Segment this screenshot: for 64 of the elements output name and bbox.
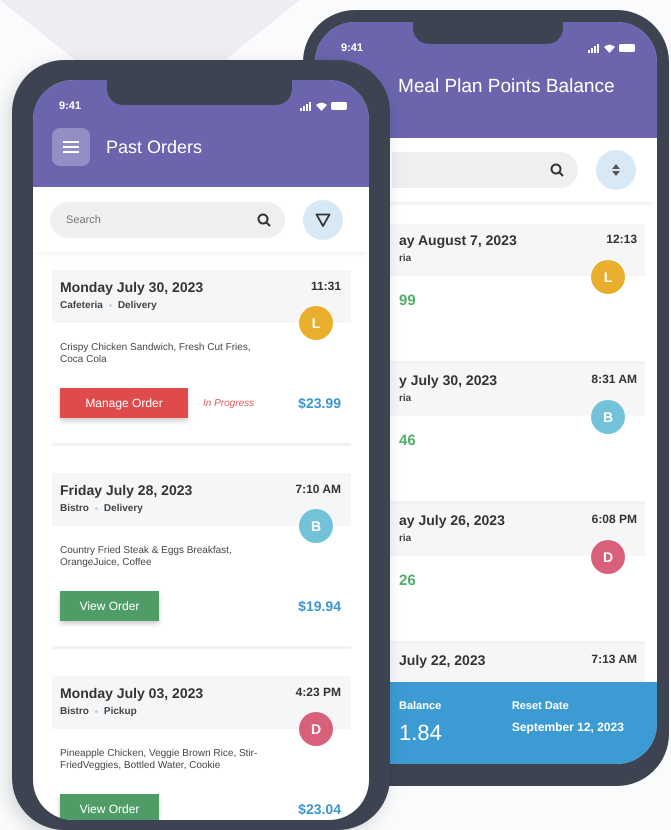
avatar-circle: D [299,712,333,746]
order-date: Friday July 28, 2023 [60,482,192,498]
order-items: Pineapple Chicken, Veggie Brown Rice, Stir-FriedVeggies, Bottled Water, Cookie [60,748,258,772]
avatar-circle: L [299,306,333,340]
order-date: Monday July 30, 2023 [60,279,204,295]
wifi-icon [316,102,327,110]
order-status: In Progress [203,398,254,408]
search-icon [257,213,271,227]
search-icon [550,163,564,177]
balance-label: Balance [399,700,442,712]
signal-icon [300,102,312,110]
order-button[interactable]: Manage Order [60,388,188,418]
order-amount: 99 [399,292,416,309]
order-amount: $23.99 [298,395,341,411]
signal-icon [588,44,600,52]
order-date: ay August 7, 2023 [399,232,517,248]
order-time: 8:31 AM [591,372,637,388]
order-amount: 46 [399,432,416,449]
search-input[interactable]: Search [64,213,257,227]
filter-button[interactable] [303,200,343,240]
search-field[interactable]: Search [50,202,285,238]
battery-icon [619,44,635,52]
search-field[interactable] [392,152,578,188]
order-location: Bistro [60,503,89,514]
balance-value: 1.84 [399,720,442,746]
order-method: Pickup [104,706,137,717]
order-time: 6:08 PM [592,512,637,528]
order-amount: $23.04 [298,801,341,817]
order-date: y July 30, 2023 [399,372,498,388]
avatar-circle: D [591,540,625,574]
order-location: Cafeteria [60,300,103,311]
order-amount: 26 [399,572,416,589]
menu-button[interactable] [52,128,90,166]
sort-icon [612,164,620,176]
order-location: ria [399,533,412,544]
order-location: ria [399,253,412,264]
filter-icon [315,212,331,228]
status-time: 9:41 [341,42,364,54]
screen-title: Past Orders [106,136,202,158]
order-date: Monday July 03, 2023 [60,685,204,701]
order-button[interactable]: View Order [60,591,159,621]
reset-date-value: September 12, 2023 [512,720,624,734]
order-items: Crispy Chicken Sandwich, Fresh Cut Fries, Coca Cola [60,342,252,366]
order-amount: $19.94 [298,598,341,614]
avatar-circle: L [591,260,625,294]
avatar-circle: B [591,400,625,434]
screen-title: Meal Plan Points Balance [397,75,616,98]
order-method: Delivery [118,300,157,311]
status-time: 9:41 [59,100,82,112]
order-time: 7:13 AM [591,652,637,668]
order-method: Delivery [104,503,143,514]
avatar-circle: B [299,509,333,543]
order-items: Country Fried Steak & Eggs Breakfast, OrangeJuice, Coffee [60,545,233,569]
order-location: ria [399,393,412,404]
order-date: ay July 26, 2023 [399,512,505,528]
order-location: Bistro [60,706,89,717]
wifi-icon [604,44,615,52]
battery-icon [331,102,347,110]
menu-icon [63,141,79,153]
order-date: July 22, 2023 [399,652,486,668]
order-time: 12:13 [606,232,637,248]
order-button[interactable]: View Order [60,794,159,820]
sort-button[interactable] [596,150,636,190]
reset-date-label: Reset Date [512,700,570,712]
